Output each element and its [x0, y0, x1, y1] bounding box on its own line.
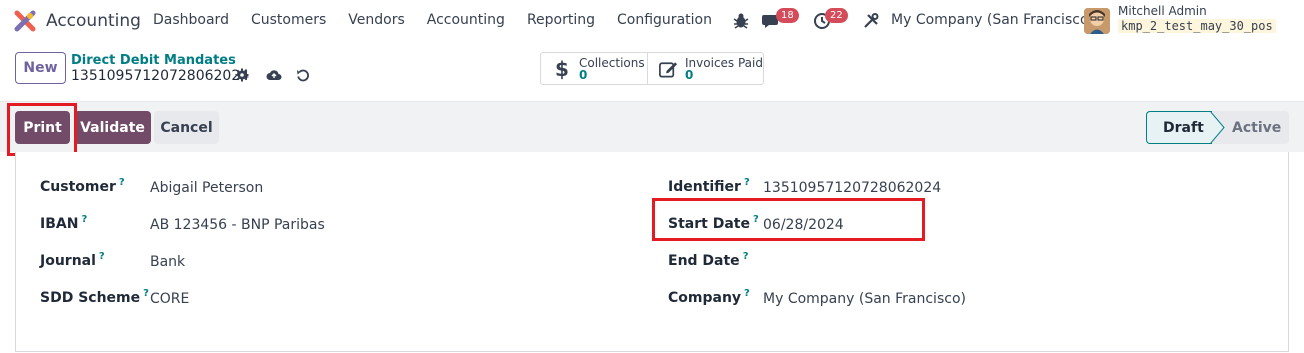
journal-value[interactable]: Bank: [150, 254, 185, 270]
help-icon[interactable]: ?: [81, 214, 87, 225]
stage-arrow-icon: [1210, 111, 1225, 144]
invoices-paid-label: Invoices Paid: [685, 55, 763, 70]
dollar-icon: $: [555, 58, 569, 80]
new-button[interactable]: New: [15, 52, 66, 84]
help-icon[interactable]: ?: [119, 177, 125, 188]
tools-icon[interactable]: [862, 12, 880, 30]
end-date-label: End Date?: [668, 251, 749, 269]
customer-value[interactable]: Abigail Peterson: [150, 180, 263, 196]
stage-draft[interactable]: Draft: [1146, 111, 1212, 144]
svg-text:$: $: [555, 58, 569, 80]
sdd-scheme-value[interactable]: CORE: [150, 291, 189, 307]
help-icon[interactable]: ?: [743, 251, 749, 262]
discard-undo-icon[interactable]: [296, 68, 310, 82]
iban-label: IBAN?: [40, 214, 88, 232]
edit-icon: [659, 61, 678, 78]
customer-label: Customer?: [40, 177, 125, 195]
smart-buttons: $ Collections 0 Invoices Paid 0: [540, 52, 764, 85]
menu-dashboard[interactable]: Dashboard: [153, 12, 229, 28]
identifier-label: Identifier?: [668, 177, 750, 195]
start-date-highlight-box: [652, 198, 925, 241]
collections-count: 0: [579, 67, 588, 82]
form-statusbar: Print Validate Cancel: [0, 102, 1304, 152]
menu-vendors[interactable]: Vendors: [348, 12, 404, 28]
gear-icon[interactable]: [235, 68, 249, 82]
cancel-button[interactable]: Cancel: [154, 111, 219, 144]
collections-label: Collections: [579, 55, 645, 70]
invoices-paid-smart-button[interactable]: Invoices Paid 0: [648, 53, 763, 84]
app-name[interactable]: Accounting: [46, 11, 141, 31]
menu-configuration[interactable]: Configuration: [617, 12, 712, 28]
help-icon[interactable]: ?: [99, 251, 105, 262]
identifier-value[interactable]: 13510957120728062024: [763, 180, 941, 196]
menu-reporting[interactable]: Reporting: [527, 12, 595, 28]
print-highlight-box: [7, 103, 77, 156]
menu-customers[interactable]: Customers: [251, 12, 326, 28]
validate-button[interactable]: Validate: [74, 111, 151, 144]
status-stage-bar: Draft Active: [1146, 111, 1289, 144]
breadcrumb-current: 13510957120728062024: [71, 68, 250, 84]
breadcrumb-parent[interactable]: Direct Debit Mandates: [71, 53, 236, 68]
user-name[interactable]: Mitchell Admin: [1118, 4, 1207, 18]
journal-label: Journal?: [40, 251, 105, 269]
database-name: kmp_2_test_may_30_pos: [1118, 19, 1276, 33]
user-avatar[interactable]: [1084, 8, 1110, 34]
main-menu: Dashboard Customers Vendors Accounting R…: [153, 12, 734, 28]
chat-badge: 18: [776, 8, 799, 23]
top-navbar: Accounting Dashboard Customers Vendors A…: [0, 0, 1304, 42]
accounting-app-icon[interactable]: [14, 10, 36, 32]
invoices-paid-count: 0: [685, 67, 694, 82]
avatar-icon: [1084, 8, 1110, 34]
help-icon[interactable]: ?: [744, 177, 750, 188]
company-label: Company?: [668, 288, 750, 306]
menu-accounting[interactable]: Accounting: [427, 12, 505, 28]
help-icon[interactable]: ?: [744, 288, 750, 299]
collections-smart-button[interactable]: $ Collections 0: [541, 53, 648, 84]
cloud-upload-icon[interactable]: [266, 68, 282, 82]
company-value[interactable]: My Company (San Francisco): [763, 291, 966, 307]
bug-icon[interactable]: [732, 12, 750, 30]
sdd-scheme-label: SDD Scheme?: [40, 288, 149, 306]
company-switcher[interactable]: My Company (San Francisco): [891, 12, 1094, 28]
iban-value[interactable]: AB 123456 - BNP Paribas: [150, 217, 325, 233]
activity-badge: 22: [825, 8, 848, 23]
help-icon[interactable]: ?: [143, 288, 149, 299]
